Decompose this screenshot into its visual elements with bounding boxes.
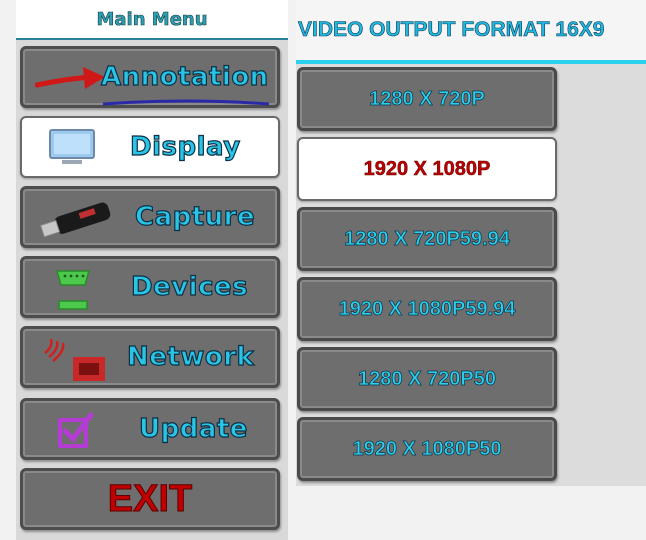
underline-swoosh-icon (101, 93, 271, 112)
format-option-1920x1080p59-94[interactable]: 1920 X 1080P59.94 (297, 277, 557, 341)
video-output-panel: VIDEO OUTPUT FORMAT 16X9 1280 X 720P 192… (296, 0, 646, 486)
video-output-header: VIDEO OUTPUT FORMAT 16X9 (296, 0, 646, 64)
checkbox-icon (57, 411, 97, 455)
menu-item-annotation[interactable]: Annotation (20, 46, 280, 108)
format-option-1920x1080p[interactable]: 1920 X 1080P (297, 137, 557, 201)
main-menu-panel: Main Menu Annotation Display Capture Dev… (16, 0, 288, 540)
menu-item-update[interactable]: Update (20, 398, 280, 460)
format-option-1280x720p59-94[interactable]: 1280 X 720P59.94 (297, 207, 557, 271)
format-option-1920x1080p50[interactable]: 1920 X 1080P50 (297, 417, 557, 481)
menu-label-capture: Capture (134, 201, 256, 232)
format-option-1280x720p50[interactable]: 1280 X 720P50 (297, 347, 557, 411)
menu-title: Main Menu (16, 0, 288, 40)
menu-label-update: Update (138, 413, 248, 444)
menu-item-display[interactable]: Display (20, 116, 280, 178)
monitor-icon (48, 128, 96, 172)
format-option-1280x720p[interactable]: 1280 X 720P (297, 67, 557, 131)
menu-label-devices: Devices (130, 271, 249, 302)
menu-item-capture[interactable]: Capture (20, 186, 280, 248)
menu-item-devices[interactable]: Devices (20, 256, 280, 318)
exit-label: EXIT (107, 477, 193, 520)
arrow-icon (34, 65, 107, 97)
menu-label-display: Display (129, 131, 241, 162)
menu-item-network[interactable]: Network (20, 326, 280, 388)
wireless-network-icon (39, 337, 109, 387)
serial-port-icon (53, 267, 93, 317)
usb-drive-icon (37, 201, 117, 245)
bottom-strip (296, 486, 646, 540)
exit-button[interactable]: EXIT (20, 468, 280, 530)
menu-label-network: Network (126, 341, 255, 372)
video-output-title: VIDEO OUTPUT FORMAT 16X9 (298, 18, 605, 42)
